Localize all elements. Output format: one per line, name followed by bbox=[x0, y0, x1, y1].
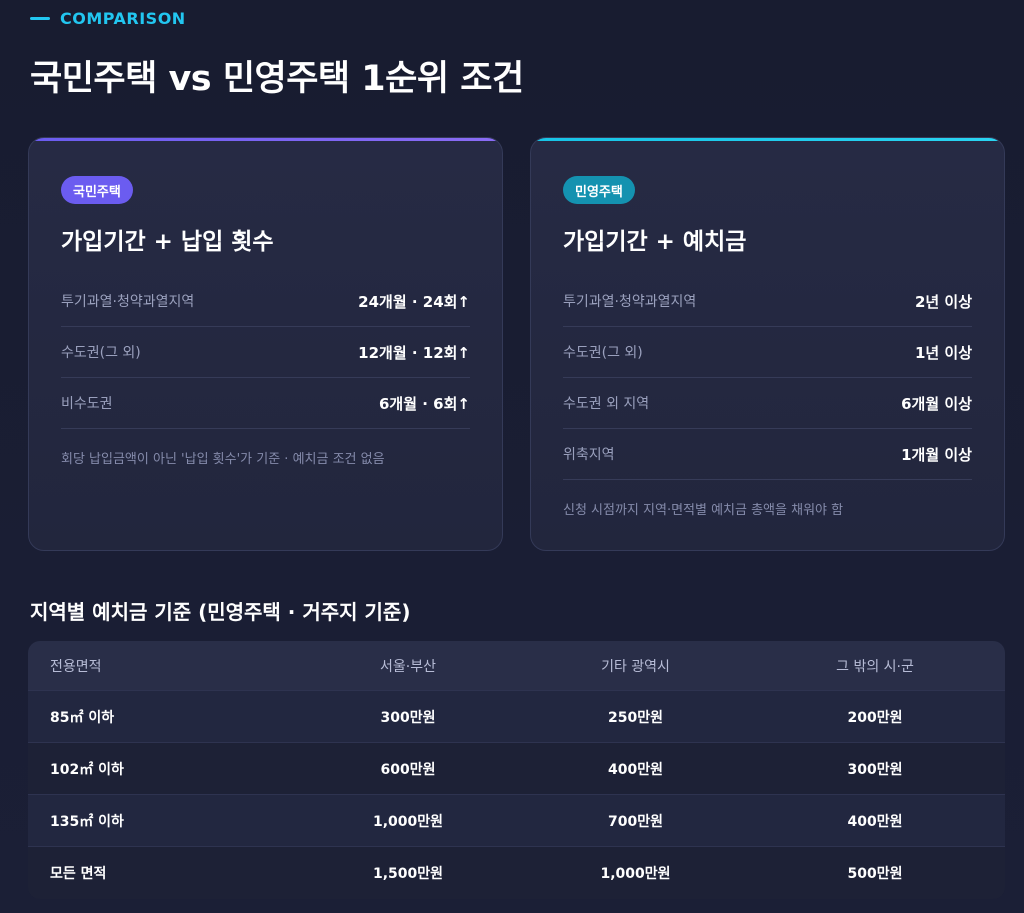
condition-label: 투기과열·청약과열지역 bbox=[563, 294, 697, 310]
table-cell: 1,000만원 bbox=[372, 813, 444, 830]
condition-value: 12개월 · 12회↑ bbox=[358, 343, 470, 362]
table-cell: 1,500만원 bbox=[372, 866, 444, 882]
condition-label: 투기과열·청약과열지역 bbox=[61, 294, 195, 310]
table-cell: 135㎡ 이하 bbox=[50, 813, 124, 830]
public-housing-card: 국민주택 가입기간 + 납입 횟수 투기과열·청약과열지역 24개월 · 24회… bbox=[28, 137, 503, 551]
private-housing-badge: 민영주택 bbox=[563, 176, 635, 204]
table-cell: 102㎡ 이하 bbox=[50, 761, 124, 778]
table-row: 135㎡ 이하 1,000만원 700만원 400만원 bbox=[28, 795, 1005, 847]
table-header-cell: 서울·부산 bbox=[380, 658, 436, 675]
table-header-cell: 그 밖의 시·군 bbox=[836, 658, 914, 675]
condition-row: 수도권(그 외) 1년 이상 bbox=[563, 327, 972, 378]
table-row: 모든 면적 1,500만원 1,000만원 500만원 bbox=[28, 847, 1005, 899]
eyebrow-line bbox=[30, 17, 50, 20]
table-header-cell: 전용면적 bbox=[50, 658, 102, 675]
condition-label: 비수도권 bbox=[61, 396, 113, 412]
page: COMPARISON 국민주택 vs 민영주택 1순위 조건 국민주택 가입기간… bbox=[0, 0, 1024, 913]
condition-value: 2년 이상 bbox=[914, 292, 972, 311]
table-cell: 600만원 bbox=[380, 761, 436, 778]
table-cell: 300만원 bbox=[380, 709, 436, 726]
condition-row: 수도권 외 지역 6개월 이상 bbox=[563, 378, 972, 429]
condition-row: 투기과열·청약과열지역 2년 이상 bbox=[563, 276, 972, 327]
table-header-cell: 기타 광역시 bbox=[601, 658, 670, 675]
table-cell: 1,000만원 bbox=[600, 866, 671, 882]
condition-value: 24개월 · 24회↑ bbox=[358, 292, 470, 311]
card-accent-bar bbox=[29, 138, 502, 141]
deposit-table: 전용면적 서울·부산 기타 광역시 그 밖의 시·군 85㎡ 이하 300만원 … bbox=[28, 641, 1005, 899]
table-header-row: 전용면적 서울·부산 기타 광역시 그 밖의 시·군 bbox=[28, 641, 1005, 691]
table-cell: 700만원 bbox=[608, 813, 663, 830]
condition-value: 1개월 이상 bbox=[901, 445, 972, 464]
condition-label: 수도권(그 외) bbox=[61, 345, 141, 361]
table-cell: 400만원 bbox=[608, 761, 663, 778]
table-cell: 300만원 bbox=[847, 761, 903, 778]
condition-value: 6개월 이상 bbox=[901, 394, 972, 413]
table-cell: 모든 면적 bbox=[50, 866, 107, 882]
private-housing-rows: 투기과열·청약과열지역 2년 이상 수도권(그 외) 1년 이상 수도권 외 지… bbox=[563, 276, 972, 480]
eyebrow-label: COMPARISON bbox=[60, 9, 186, 28]
table-cell: 500만원 bbox=[847, 866, 903, 882]
condition-row: 수도권(그 외) 12개월 · 12회↑ bbox=[61, 327, 470, 378]
condition-label: 수도권(그 외) bbox=[563, 345, 643, 361]
condition-value: 6개월 · 6회↑ bbox=[379, 394, 470, 413]
table-cell: 200만원 bbox=[847, 709, 903, 726]
private-housing-heading: 가입기간 + 예치금 bbox=[563, 229, 747, 255]
condition-row: 투기과열·청약과열지역 24개월 · 24회↑ bbox=[61, 276, 470, 327]
private-housing-card: 민영주택 가입기간 + 예치금 투기과열·청약과열지역 2년 이상 수도권(그 … bbox=[530, 137, 1005, 551]
public-housing-heading: 가입기간 + 납입 횟수 bbox=[61, 229, 274, 255]
eyebrow: COMPARISON bbox=[30, 9, 186, 28]
private-housing-note: 신청 시점까지 지역·면적별 예치금 총액을 채워야 함 bbox=[563, 503, 844, 518]
public-housing-badge: 국민주택 bbox=[61, 176, 133, 204]
condition-row: 위축지역 1개월 이상 bbox=[563, 429, 972, 480]
page-title: 국민주택 vs 민영주택 1순위 조건 bbox=[30, 59, 524, 99]
public-housing-note: 회당 납입금액이 아닌 '납입 횟수'가 기준 · 예치금 조건 없음 bbox=[61, 452, 385, 467]
public-housing-rows: 투기과열·청약과열지역 24개월 · 24회↑ 수도권(그 외) 12개월 · … bbox=[61, 276, 470, 429]
card-accent-bar bbox=[531, 138, 1004, 141]
condition-value: 1년 이상 bbox=[914, 343, 972, 362]
table-cell: 250만원 bbox=[608, 709, 663, 726]
table-row: 85㎡ 이하 300만원 250만원 200만원 bbox=[28, 691, 1005, 743]
condition-row: 비수도권 6개월 · 6회↑ bbox=[61, 378, 470, 429]
table-row: 102㎡ 이하 600만원 400만원 300만원 bbox=[28, 743, 1005, 795]
table-cell: 400만원 bbox=[847, 813, 903, 830]
deposit-section-title: 지역별 예치금 기준 (민영주택 · 거주지 기준) bbox=[30, 600, 411, 624]
table-cell: 85㎡ 이하 bbox=[50, 709, 115, 726]
condition-label: 수도권 외 지역 bbox=[563, 396, 650, 412]
condition-label: 위축지역 bbox=[563, 447, 615, 463]
